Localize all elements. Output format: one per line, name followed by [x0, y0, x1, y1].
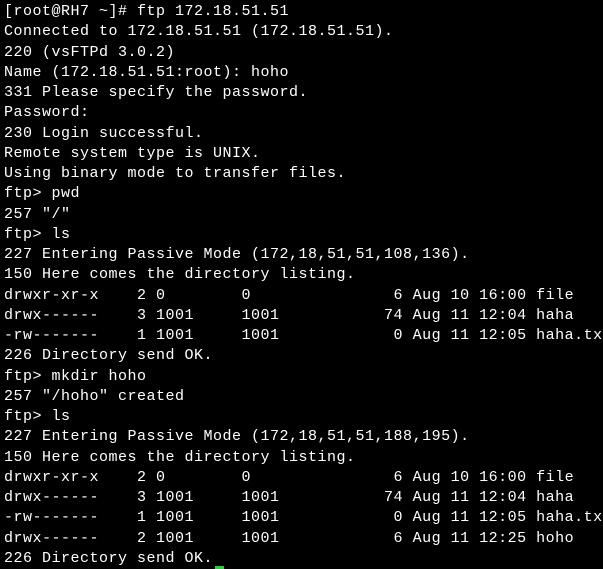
listing-row: drwx------ 3 1001 1001 74 Aug 11 12:04 h…	[4, 306, 599, 326]
listing-row: -rw------- 1 1001 1001 0 Aug 11 12:05 ha…	[4, 326, 599, 346]
output-line: Password:	[4, 103, 599, 123]
listing-row: drwxr-xr-x 2 0 0 6 Aug 10 16:00 file	[4, 286, 599, 306]
output-line: Using binary mode to transfer files.	[4, 164, 599, 184]
ftp-prompt-line: ftp> pwd	[4, 184, 599, 204]
output-line: 230 Login successful.	[4, 124, 599, 144]
listing-row: -rw------- 1 1001 1001 0 Aug 11 12:05 ha…	[4, 508, 599, 528]
output-line: Name (172.18.51.51:root): hoho	[4, 63, 599, 83]
output-line: 220 (vsFTPd 3.0.2)	[4, 43, 599, 63]
output-line: 257 "/"	[4, 205, 599, 225]
terminal-output[interactable]: [root@RH7 ~]# ftp 172.18.51.51 Connected…	[4, 2, 599, 569]
output-line: Connected to 172.18.51.51 (172.18.51.51)…	[4, 22, 599, 42]
listing-row: drwx------ 3 1001 1001 74 Aug 11 12:04 h…	[4, 488, 599, 508]
output-line: 226 Directory send OK.	[4, 346, 599, 366]
output-line: Remote system type is UNIX.	[4, 144, 599, 164]
ftp-prompt-line: ftp> mkdir hoho	[4, 367, 599, 387]
output-line: 226 Directory send OK.	[4, 549, 599, 569]
shell-prompt-line: [root@RH7 ~]# ftp 172.18.51.51	[4, 2, 599, 22]
output-line: 227 Entering Passive Mode (172,18,51,51,…	[4, 245, 599, 265]
ftp-prompt-line: ftp> ls	[4, 407, 599, 427]
listing-row: drwx------ 2 1001 1001 6 Aug 11 12:25 ho…	[4, 529, 599, 549]
listing-row: drwxr-xr-x 2 0 0 6 Aug 10 16:00 file	[4, 468, 599, 488]
output-line: 227 Entering Passive Mode (172,18,51,51,…	[4, 427, 599, 447]
output-line: 150 Here comes the directory listing.	[4, 448, 599, 468]
output-line: 150 Here comes the directory listing.	[4, 265, 599, 285]
output-line: 331 Please specify the password.	[4, 83, 599, 103]
ftp-prompt-line: ftp> ls	[4, 225, 599, 245]
output-line: 257 "/hoho" created	[4, 387, 599, 407]
